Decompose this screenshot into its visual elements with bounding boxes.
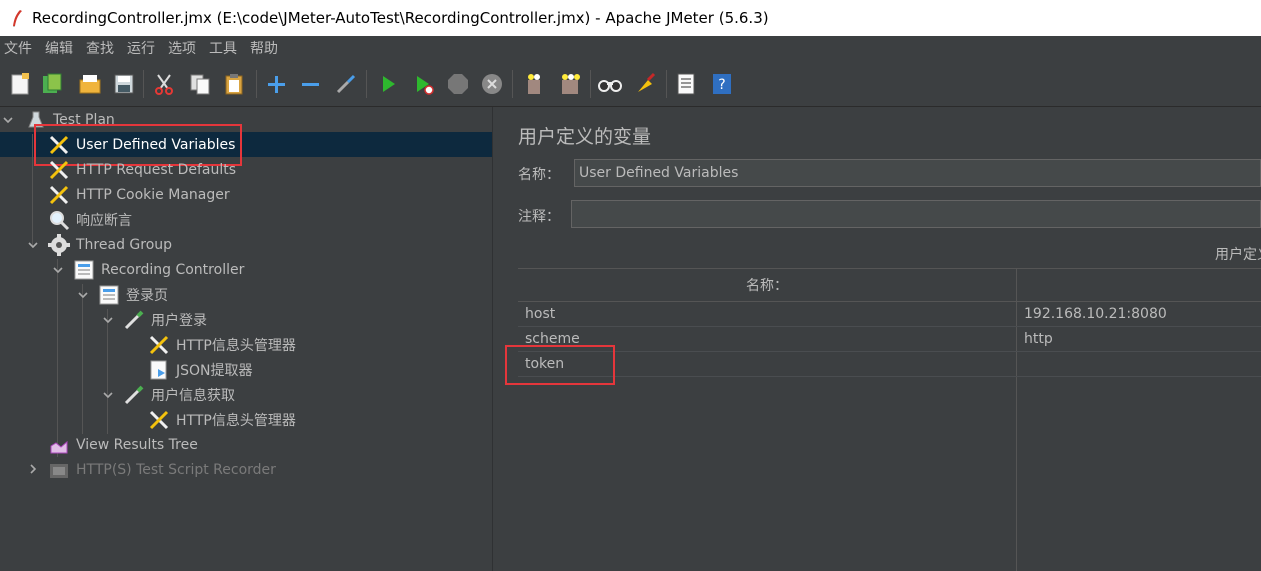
tree-node-thread-group[interactable]: Thread Group bbox=[48, 232, 172, 257]
start-icon[interactable] bbox=[374, 70, 402, 98]
tree-guide bbox=[82, 284, 83, 434]
comment-label: 注释： bbox=[518, 209, 560, 225]
highlight-box bbox=[505, 345, 615, 385]
wrench-screwdriver-icon bbox=[148, 334, 170, 356]
start-no-pause-icon[interactable] bbox=[410, 70, 438, 98]
jmeter-feather-icon bbox=[13, 10, 22, 27]
tree-node-header-manager[interactable]: HTTP信息头管理器 bbox=[148, 407, 296, 432]
chevron-down-icon[interactable] bbox=[102, 389, 114, 401]
templates-icon[interactable] bbox=[38, 70, 66, 98]
tree-node-user-info[interactable]: 用户信息获取 bbox=[123, 382, 235, 407]
menu-bar: 文件 编辑 查找 运行 选项 工具 帮助 bbox=[0, 36, 1261, 60]
document-arrow-icon bbox=[148, 359, 170, 381]
chart-icon bbox=[48, 434, 70, 456]
variable-value-cell[interactable]: 192.168.10.21:8080 bbox=[1024, 301, 1167, 326]
wrench-screwdriver-icon bbox=[148, 409, 170, 431]
stop-icon[interactable] bbox=[444, 70, 472, 98]
window-title: RecordingController.jmx (E:\code\JMeter-… bbox=[32, 9, 769, 27]
chevron-down-icon[interactable] bbox=[102, 314, 114, 326]
tree-node-http-request-defaults[interactable]: HTTP Request Defaults bbox=[48, 157, 236, 182]
open-icon[interactable] bbox=[76, 70, 104, 98]
svg-text:?: ? bbox=[718, 77, 725, 93]
search-icon[interactable] bbox=[596, 70, 624, 98]
tree-node-recording-controller[interactable]: Recording Controller bbox=[73, 257, 244, 282]
tree-node-script-recorder[interactable]: HTTP(S) Test Script Recorder bbox=[48, 457, 276, 482]
chevron-down-icon[interactable] bbox=[52, 264, 64, 276]
name-label: 名称： bbox=[518, 167, 560, 183]
menu-help[interactable]: 帮助 bbox=[246, 38, 287, 58]
tree-node-user-login[interactable]: 用户登录 bbox=[123, 307, 207, 332]
recorder-icon bbox=[48, 459, 70, 481]
wrench-screwdriver-icon bbox=[48, 184, 70, 206]
menu-run[interactable]: 运行 bbox=[123, 38, 164, 58]
menu-search[interactable]: 查找 bbox=[82, 38, 123, 58]
chevron-down-icon[interactable] bbox=[2, 114, 14, 126]
new-icon[interactable] bbox=[6, 70, 34, 98]
pipette-icon bbox=[123, 309, 145, 331]
title-bar: RecordingController.jmx (E:\code\JMeter-… bbox=[0, 0, 1261, 36]
panel-title: 用户定义的变量 bbox=[518, 126, 652, 148]
name-field[interactable]: User Defined Variables bbox=[574, 159, 1261, 187]
paste-icon[interactable] bbox=[220, 70, 248, 98]
toolbar: ? bbox=[0, 62, 1261, 107]
table-header: 名称： bbox=[518, 268, 1261, 302]
tree-node-view-results-tree[interactable]: View Results Tree bbox=[48, 432, 198, 457]
tree-node-login-page[interactable]: 登录页 bbox=[98, 282, 168, 307]
help-icon[interactable]: ? bbox=[708, 70, 736, 98]
chevron-down-icon[interactable] bbox=[77, 289, 89, 301]
splitter[interactable] bbox=[492, 107, 505, 571]
clear-all-icon[interactable] bbox=[556, 70, 584, 98]
menu-file[interactable]: 文件 bbox=[0, 38, 41, 58]
magnifier-icon bbox=[48, 209, 70, 231]
tree-node-response-assertion[interactable]: 响应断言 bbox=[48, 207, 132, 232]
table-row[interactable]: scheme http bbox=[518, 326, 1261, 352]
variables-section-label: 用户定义 bbox=[1215, 247, 1261, 263]
wrench-screwdriver-icon bbox=[48, 159, 70, 181]
tree-guide bbox=[57, 259, 58, 457]
variables-table: 名称： host 192.168.10.21:8080 scheme http … bbox=[518, 268, 1261, 571]
variable-name-cell[interactable]: host bbox=[525, 301, 555, 326]
table-row[interactable]: token bbox=[518, 351, 1261, 377]
menu-tools[interactable]: 工具 bbox=[205, 38, 246, 58]
reset-search-icon[interactable] bbox=[632, 70, 660, 98]
table-row[interactable]: host 192.168.10.21:8080 bbox=[518, 301, 1261, 327]
function-helper-icon[interactable] bbox=[672, 70, 700, 98]
toggle-icon[interactable] bbox=[332, 70, 360, 98]
tree-node-header-manager[interactable]: HTTP信息头管理器 bbox=[148, 332, 296, 357]
pipette-icon bbox=[123, 384, 145, 406]
menu-edit[interactable]: 编辑 bbox=[41, 38, 82, 58]
menu-options[interactable]: 选项 bbox=[164, 38, 205, 58]
tree-guide bbox=[32, 134, 33, 248]
column-header-name[interactable]: 名称： bbox=[518, 269, 1017, 301]
tree-guide bbox=[107, 309, 108, 434]
controller-icon bbox=[73, 259, 95, 281]
collapse-icon[interactable] bbox=[296, 70, 324, 98]
save-icon[interactable] bbox=[110, 70, 138, 98]
comment-field[interactable] bbox=[571, 200, 1261, 228]
tree-node-http-cookie-manager[interactable]: HTTP Cookie Manager bbox=[48, 182, 230, 207]
expand-icon[interactable] bbox=[262, 70, 290, 98]
gear-icon bbox=[48, 233, 70, 256]
cut-icon[interactable] bbox=[150, 70, 178, 98]
chevron-down-icon[interactable] bbox=[27, 239, 39, 251]
variable-value-cell[interactable]: http bbox=[1024, 326, 1053, 351]
chevron-right-icon[interactable] bbox=[27, 463, 39, 475]
copy-icon[interactable] bbox=[186, 70, 214, 98]
shutdown-icon[interactable] bbox=[478, 70, 506, 98]
tree-node-json-extractor[interactable]: JSON提取器 bbox=[148, 357, 253, 382]
clear-icon[interactable] bbox=[520, 70, 548, 98]
controller-icon bbox=[98, 284, 120, 306]
